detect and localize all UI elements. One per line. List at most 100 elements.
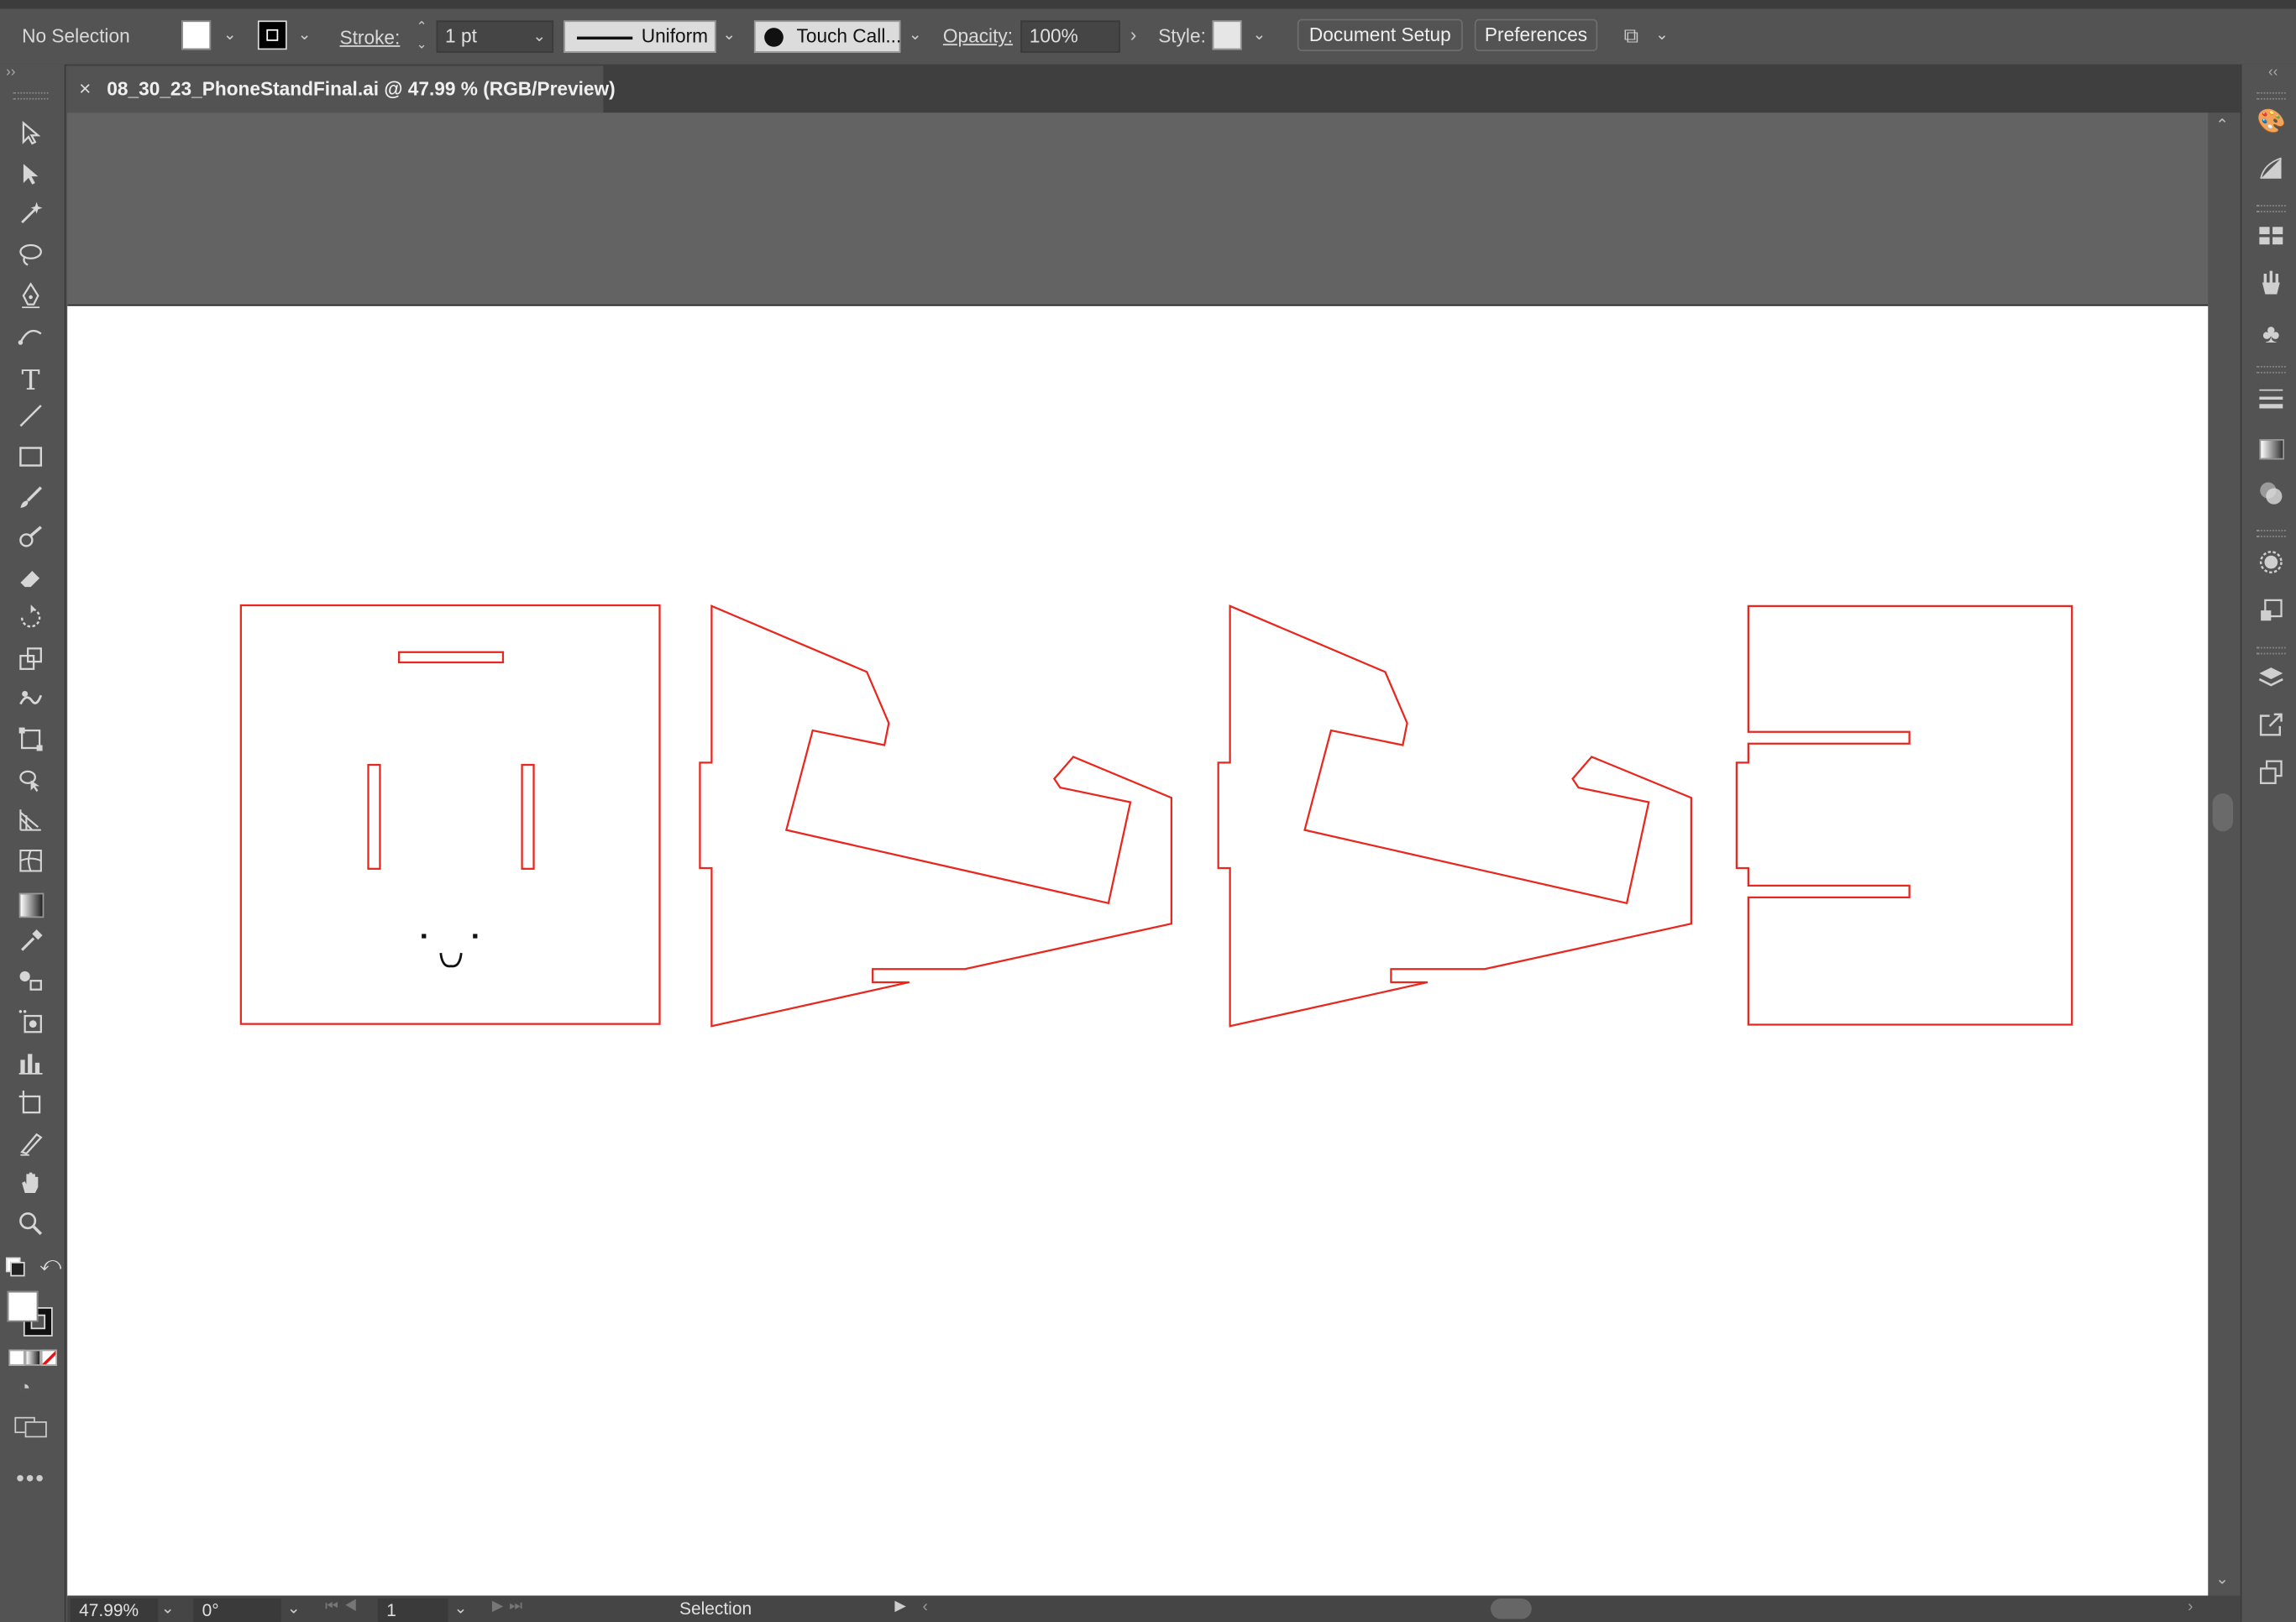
stroke-weight-field[interactable]: 1 pt ⌄ <box>436 20 554 53</box>
scale-icon[interactable] <box>12 646 50 681</box>
stroke-dropdown-chevron-icon[interactable]: ⌄ <box>293 20 317 50</box>
artboard-number-field[interactable]: 1 <box>377 1598 448 1622</box>
variable-width-profile[interactable]: Uniform <box>564 20 716 53</box>
layers-icon[interactable] <box>2253 665 2288 700</box>
selection-icon[interactable] <box>12 120 50 155</box>
fill-stroke-indicator[interactable] <box>7 1290 55 1338</box>
paintbrush-icon[interactable] <box>12 484 50 520</box>
mesh-icon[interactable] <box>12 848 50 883</box>
scroll-down-icon[interactable]: ⌄ <box>2215 1569 2229 1588</box>
tools-panel: ›› T ⤺ ◔ ••• <box>0 64 66 1622</box>
scroll-up-icon[interactable]: ⌃ <box>2215 116 2229 134</box>
panel-grip[interactable] <box>13 92 49 100</box>
opacity-expand-chevron-icon[interactable]: › <box>1122 20 1145 50</box>
swap-fill-stroke-icon[interactable]: ⤺ <box>39 1252 61 1277</box>
direct-selection-icon[interactable] <box>12 161 50 196</box>
brush-dropdown-chevron-icon[interactable]: ⌄ <box>904 20 927 50</box>
arrange-dropdown-chevron-icon[interactable]: ⌄ <box>1650 20 1674 50</box>
horizontal-scroll-thumb[interactable] <box>1490 1598 1532 1619</box>
symbol-sprayer-icon[interactable] <box>12 1008 50 1044</box>
transparency-icon[interactable] <box>2253 480 2288 515</box>
rotation-field[interactable]: 0° <box>193 1598 281 1622</box>
fill-dropdown-chevron-icon[interactable]: ⌄ <box>218 20 242 50</box>
chevron-down-icon: ⌄ <box>532 28 547 46</box>
rotate-icon[interactable] <box>12 604 50 640</box>
perspective-grid-icon[interactable] <box>12 807 50 842</box>
type-icon[interactable]: T <box>12 363 50 398</box>
blend-icon[interactable] <box>12 968 50 1003</box>
stroke-stepper[interactable]: ⌃ ⌄ <box>410 18 433 55</box>
blob-brush-icon[interactable] <box>12 524 50 559</box>
profile-dropdown-chevron-icon[interactable]: ⌄ <box>717 20 741 50</box>
eraser-icon[interactable] <box>12 565 50 600</box>
curvature-icon[interactable] <box>12 322 50 358</box>
panel-grip[interactable] <box>2256 530 2286 537</box>
artboard-next-nav-icon[interactable]: ▶⏭ <box>492 1598 528 1614</box>
panel-grip[interactable] <box>2256 646 2286 655</box>
status-menu-arrow-icon[interactable]: ▶ <box>894 1598 905 1614</box>
magic-wand-icon[interactable] <box>12 201 50 236</box>
expand-panels-icon[interactable]: ‹‹ <box>2268 65 2278 81</box>
stroke-swatch[interactable] <box>257 20 287 50</box>
brush-definition[interactable]: Touch Call... <box>753 20 901 53</box>
opacity-field[interactable]: 100% <box>1020 20 1120 53</box>
brushes-icon[interactable] <box>2253 269 2288 305</box>
artboard-dropdown-chevron-icon[interactable]: ⌄ <box>454 1598 468 1618</box>
panel-grip[interactable] <box>2256 365 2286 374</box>
symbols-icon[interactable]: ♣ <box>2253 317 2288 352</box>
pen-icon[interactable] <box>12 282 50 318</box>
column-graph-icon[interactable] <box>12 1049 50 1085</box>
graphic-style-swatch[interactable] <box>1212 20 1242 50</box>
eyedropper-icon[interactable] <box>12 928 50 963</box>
gradient-icon[interactable] <box>12 887 50 923</box>
zoom-dropdown-chevron-icon[interactable]: ⌄ <box>161 1598 175 1618</box>
artboards-icon[interactable] <box>2253 758 2288 793</box>
vertical-scroll-thumb[interactable] <box>2212 793 2233 832</box>
stroke-weight-value: 1 pt <box>445 24 477 47</box>
artboard-prev-nav-icon[interactable]: ⏮◀ <box>325 1598 363 1614</box>
fill-swatch[interactable] <box>181 20 212 50</box>
asset-export-icon[interactable] <box>2253 711 2288 746</box>
rectangle-icon[interactable] <box>12 443 50 479</box>
gradient-panel-icon[interactable] <box>2253 433 2288 468</box>
color-icon[interactable]: 🎨 <box>2253 106 2288 141</box>
document-setup-button[interactable]: Document Setup <box>1297 18 1463 52</box>
zoom-icon[interactable] <box>12 1211 50 1246</box>
warp-icon[interactable] <box>12 687 50 722</box>
default-fill-stroke-icon[interactable] <box>5 1257 25 1277</box>
graphic-styles-icon[interactable] <box>2253 597 2288 632</box>
screen-mode-icon[interactable] <box>14 1414 47 1438</box>
stroke-icon[interactable] <box>2253 385 2288 421</box>
swatches-icon[interactable] <box>2253 222 2288 258</box>
opacity-label[interactable]: Opacity: <box>943 25 1013 47</box>
line-icon[interactable] <box>12 402 50 437</box>
vertical-scrollbar[interactable]: ⌃ ⌄ <box>2208 112 2241 1596</box>
panel-grip[interactable] <box>2256 92 2286 100</box>
color-mode-buttons[interactable] <box>8 1349 58 1366</box>
window-top-strip <box>0 0 2296 9</box>
close-icon[interactable]: × <box>79 76 91 100</box>
stroke-label[interactable]: Stroke: <box>340 26 401 48</box>
scroll-left-icon[interactable]: ‹ <box>922 1598 927 1616</box>
hand-icon[interactable] <box>12 1169 50 1205</box>
zoom-level-field[interactable]: 47.99% <box>70 1598 159 1622</box>
rotation-dropdown-chevron-icon[interactable]: ⌄ <box>287 1598 301 1618</box>
scroll-right-icon[interactable]: › <box>2188 1598 2193 1616</box>
slice-icon[interactable] <box>12 1130 50 1165</box>
preferences-button[interactable]: Preferences <box>1474 18 1598 52</box>
collapse-panel-icon[interactable]: ›› <box>6 65 16 81</box>
artboard[interactable] <box>67 304 2209 1598</box>
appearance-icon[interactable] <box>2253 549 2288 584</box>
draw-mode-icon[interactable]: ◔ <box>19 1376 31 1398</box>
free-transform-icon[interactable] <box>12 726 50 761</box>
lasso-icon[interactable] <box>12 242 50 277</box>
shape-builder-icon[interactable] <box>12 767 50 803</box>
artboard-icon[interactable] <box>12 1089 50 1124</box>
panel-grip[interactable] <box>2256 205 2286 212</box>
more-tools-icon[interactable]: ••• <box>16 1467 45 1493</box>
color-guide-icon[interactable] <box>2253 155 2288 191</box>
arrange-documents-icon[interactable]: ⧉ <box>1617 20 1646 50</box>
document-tab[interactable]: × 08_30_23_PhoneStandFinal.ai @ 47.99 % … <box>67 65 616 113</box>
document-title: 08_30_23_PhoneStandFinal.ai @ 47.99 % (R… <box>107 77 616 100</box>
style-dropdown-chevron-icon[interactable]: ⌄ <box>1248 20 1271 50</box>
